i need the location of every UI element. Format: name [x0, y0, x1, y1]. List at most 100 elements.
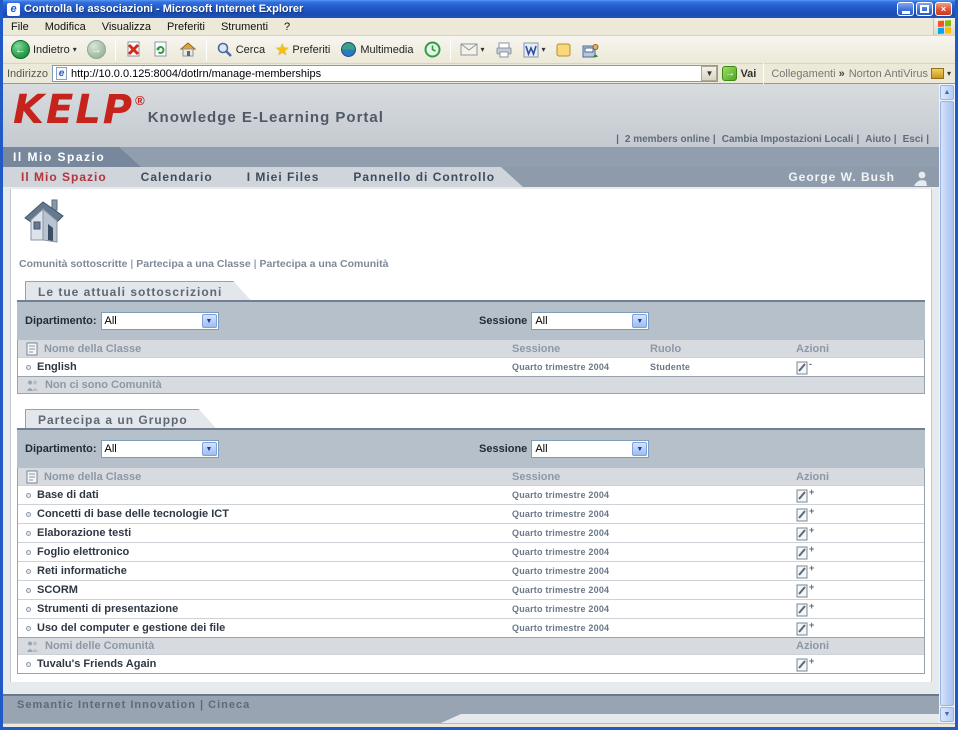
class-link[interactable]: Concetti di base delle tecnologie ICT	[37, 508, 229, 520]
history-icon	[424, 41, 441, 58]
class-link[interactable]: Strumenti di presentazione	[37, 603, 178, 615]
address-input[interactable]: e http://10.0.0.125:8004/dotlrn/manage-m…	[52, 65, 718, 82]
scroll-down-icon[interactable]: ▼	[940, 707, 954, 722]
community-row: Tuvalu's Friends Again +	[18, 654, 924, 673]
session-link[interactable]: Cambia Impostazioni Locali	[719, 134, 857, 145]
browser-toolbar: ← Indietro ▾ → Cerca ★ Preferiti Multime…	[3, 36, 955, 64]
menu-preferiti[interactable]: Preferiti	[159, 19, 213, 35]
bullet-icon	[26, 607, 31, 612]
class-link[interactable]: SCORM	[37, 584, 78, 596]
scroll-up-icon[interactable]: ▲	[940, 85, 954, 100]
scrollbar-thumb[interactable]	[940, 101, 954, 706]
history-button[interactable]	[420, 39, 445, 60]
select-arrow-icon[interactable]: ▼	[202, 314, 217, 328]
close-button[interactable]: ×	[935, 2, 952, 16]
select-arrow-icon[interactable]: ▼	[632, 314, 647, 328]
tab-il-mio-spazio[interactable]: Il Mio Spazio	[21, 170, 107, 184]
stop-button[interactable]	[121, 39, 146, 60]
tab-pannello-di-controllo[interactable]: Pannello di Controllo	[353, 170, 495, 184]
back-button[interactable]: ← Indietro ▾	[7, 38, 81, 61]
go-arrow-icon: →	[722, 66, 737, 81]
norton-antivirus-button[interactable]: Norton AntiVirus ▾	[849, 68, 951, 80]
unsubscribe-action-icon[interactable]: -	[796, 360, 812, 375]
maximize-button[interactable]	[916, 2, 933, 16]
star-icon: ★	[275, 40, 289, 60]
browser-viewport: KELP® Knowledge E-Learning Portal 2 memb…	[3, 84, 955, 723]
favorites-button[interactable]: ★ Preferiti	[271, 38, 334, 62]
session-link[interactable]: Esci	[900, 134, 927, 145]
edit-word-button[interactable]: ▾	[519, 40, 550, 60]
session-select[interactable]: All ▼	[531, 440, 649, 458]
forward-button[interactable]: →	[83, 38, 110, 61]
class-link[interactable]: Reti informatiche	[37, 565, 127, 577]
class-row: Concetti di base delle tecnologie ICT Qu…	[18, 504, 924, 523]
session-link[interactable]: Aiuto	[862, 134, 894, 145]
discuss-button[interactable]	[552, 40, 576, 60]
norton-dropdown-icon[interactable]: ▾	[947, 69, 951, 78]
bullet-icon	[26, 493, 31, 498]
class-link[interactable]: Foglio elettronico	[37, 546, 129, 558]
subscribe-action-icon[interactable]: +	[796, 507, 814, 522]
subscriptions-title: Le tue attuali sottoscrizioni	[25, 281, 251, 301]
media-button[interactable]: Multimedia	[336, 39, 417, 60]
address-dropdown-icon[interactable]: ▼	[701, 66, 717, 81]
bullet-icon	[26, 512, 31, 517]
main-content: Comunità sottoscritte Partecipa a una Cla…	[10, 189, 932, 682]
go-button[interactable]: → Vai	[722, 66, 756, 81]
registered-mark: ®	[135, 93, 145, 108]
class-row: Foglio elettronico Quarto trimestre 2004…	[18, 542, 924, 561]
class-row: Base di dati Quarto trimestre 2004 +	[18, 485, 924, 504]
edit-dropdown-icon[interactable]: ▾	[542, 45, 546, 54]
vertical-scrollbar[interactable]: ▲ ▼	[939, 84, 955, 723]
home-button[interactable]	[175, 39, 201, 60]
department-select[interactable]: All ▼	[101, 312, 219, 330]
links-button[interactable]: Collegamenti »	[771, 68, 844, 80]
refresh-icon	[152, 41, 169, 58]
messenger-button[interactable]	[578, 40, 603, 60]
breadcrumb-link[interactable]: Partecipa a una Comunità	[259, 258, 388, 270]
breadcrumb-link[interactable]: Partecipa a una Classe	[136, 258, 250, 270]
subscribe-action-icon[interactable]: +	[796, 583, 814, 598]
join-group-header-row: Nome della Classe Sessione Azioni	[18, 468, 924, 485]
space-bar: Il Mio Spazio	[3, 147, 939, 167]
subscribe-action-icon[interactable]: +	[796, 621, 814, 636]
nav-bar: Il Mio Spazio Calendario I Miei Files Pa…	[3, 167, 939, 189]
mail-button[interactable]: ▾	[456, 41, 489, 58]
class-row: Reti informatiche Quarto trimestre 2004 …	[18, 561, 924, 580]
menu-visualizza[interactable]: Visualizza	[94, 19, 159, 35]
subscribe-action-icon[interactable]: +	[796, 602, 814, 617]
menu-file[interactable]: File	[3, 19, 37, 35]
breadcrumb-link[interactable]: Comunità sottoscritte	[19, 258, 128, 270]
department-label: Dipartimento:	[25, 315, 97, 327]
house-icon[interactable]	[19, 196, 71, 246]
subscribe-action-icon[interactable]: +	[796, 564, 814, 579]
search-button[interactable]: Cerca	[212, 39, 269, 60]
menu-strumenti[interactable]: Strumenti	[213, 19, 276, 35]
mail-dropdown-icon[interactable]: ▾	[481, 45, 485, 54]
class-link[interactable]: Uso del computer e gestione dei file	[37, 622, 225, 634]
session-select[interactable]: All ▼	[531, 312, 649, 330]
back-dropdown-icon[interactable]: ▾	[73, 45, 77, 54]
select-arrow-icon[interactable]: ▼	[632, 442, 647, 456]
subscribe-action-icon[interactable]: +	[796, 657, 814, 672]
class-link[interactable]: Base di dati	[37, 489, 99, 501]
communities-header-row: Nomi delle Comunità Azioni	[18, 637, 924, 654]
print-button[interactable]	[491, 40, 517, 60]
subscribe-action-icon[interactable]: +	[796, 488, 814, 503]
subscribe-action-icon[interactable]: +	[796, 545, 814, 560]
community-link[interactable]: Tuvalu's Friends Again	[37, 658, 156, 670]
session-link[interactable]: 2 members online	[622, 134, 713, 145]
refresh-button[interactable]	[148, 39, 173, 60]
tab-i-miei-files[interactable]: I Miei Files	[247, 170, 320, 184]
web-page: KELP® Knowledge E-Learning Portal 2 memb…	[3, 84, 939, 723]
subscribe-action-icon[interactable]: +	[796, 526, 814, 541]
menu-modifica[interactable]: Modifica	[37, 19, 94, 35]
department-select[interactable]: All ▼	[101, 440, 219, 458]
menu-help[interactable]: ?	[276, 19, 298, 35]
tab-calendario[interactable]: Calendario	[141, 170, 213, 184]
minimize-button[interactable]	[897, 2, 914, 16]
no-communities-row: Non ci sono Comunità	[18, 376, 924, 393]
class-link[interactable]: English	[37, 361, 77, 373]
class-link[interactable]: Elaborazione testi	[37, 527, 131, 539]
select-arrow-icon[interactable]: ▼	[202, 442, 217, 456]
